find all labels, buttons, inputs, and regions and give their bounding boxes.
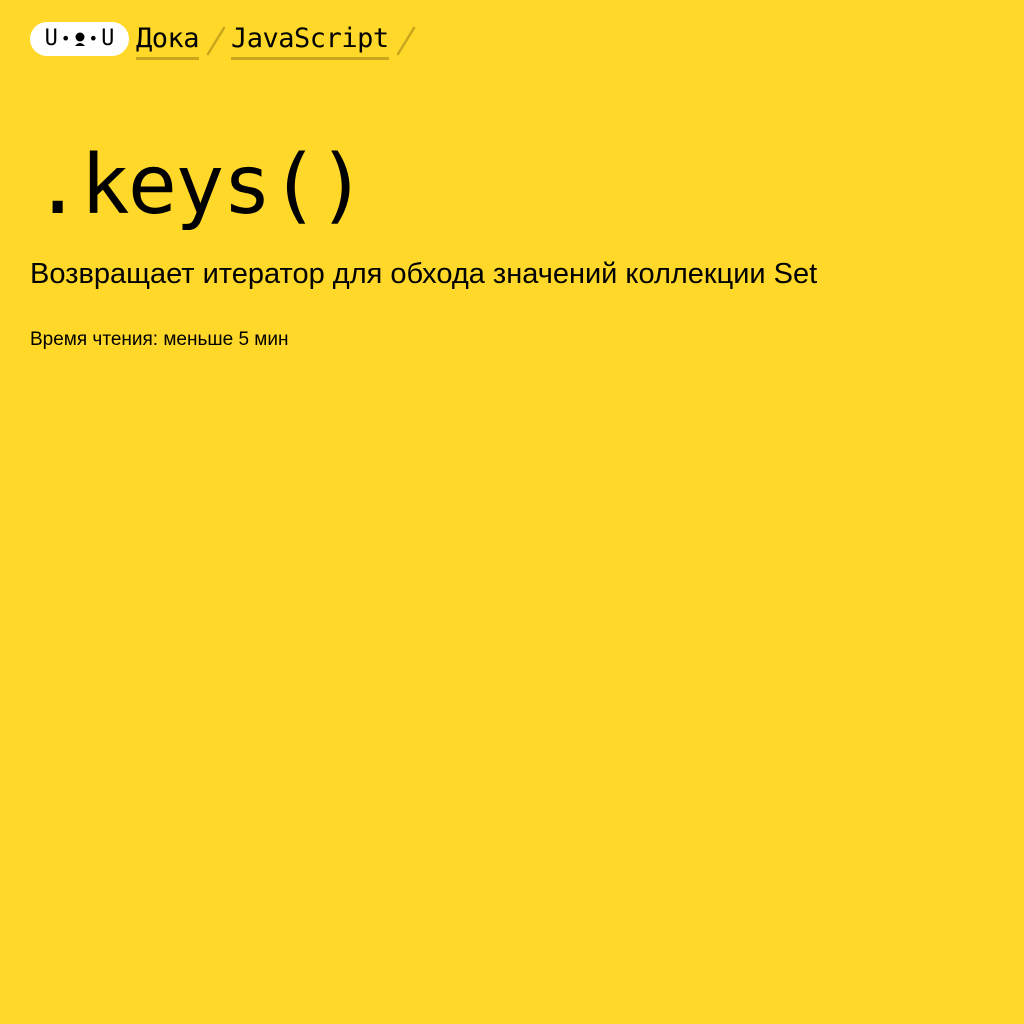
logo-letter-right: U (101, 26, 115, 51)
logo-dot-right: • (88, 29, 99, 48)
logo-letter-left: U (44, 26, 58, 51)
page-title: .keys() (33, 138, 367, 233)
breadcrumb-link-javascript[interactable]: JavaScript (231, 22, 389, 60)
logo-home-link[interactable]: U • • U (30, 22, 129, 56)
doka-face-logo-icon (74, 32, 85, 46)
slash-separator-icon (396, 26, 415, 56)
breadcrumb: Дока JavaScript (129, 22, 421, 60)
breadcrumb-link-doka[interactable]: Дока (136, 22, 200, 60)
slash-separator-icon (206, 26, 226, 56)
reading-time: Время чтения: меньше 5 мин (30, 329, 289, 350)
article-description: Возвращает итератор для обхода значений … (30, 258, 818, 290)
logo-dot-left: • (60, 29, 71, 48)
site-header: U • • U Дока JavaScript (30, 22, 421, 62)
